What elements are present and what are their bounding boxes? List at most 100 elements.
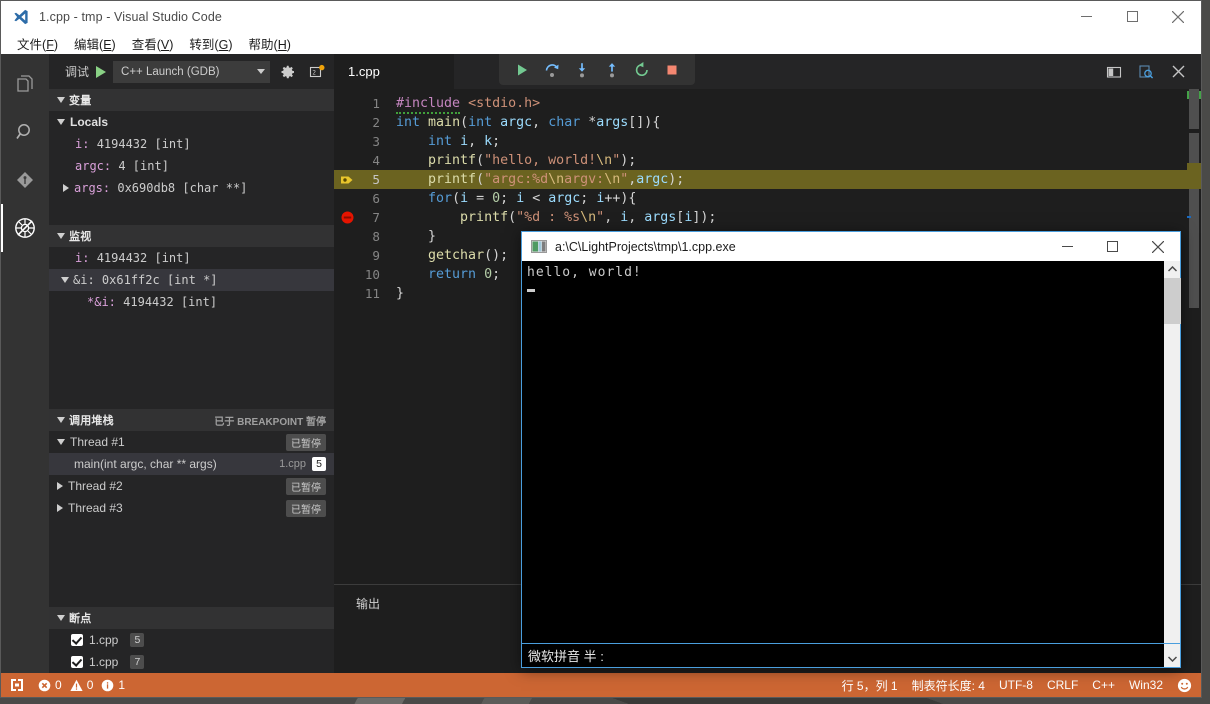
open-debug-console-button[interactable]: 2 <box>306 61 328 83</box>
variables-group-locals[interactable]: Locals <box>49 111 334 133</box>
breakpoint-row[interactable]: 1.cpp 5 <box>49 629 334 651</box>
editor-scrollbar-thumb-2[interactable] <box>1189 133 1199 308</box>
status-eol[interactable]: CRLF <box>1040 673 1085 697</box>
start-debug-icon[interactable] <box>96 65 107 78</box>
step-out-icon <box>608 62 616 77</box>
menu-item-file[interactable]: 文件(F) <box>9 32 66 55</box>
activity-debug[interactable] <box>1 204 49 252</box>
menu-item-goto[interactable]: 转到(G) <box>181 32 240 55</box>
menu-item-view[interactable]: 查看(V) <box>124 32 182 55</box>
frame-label: main(int argc, char ** args) <box>74 457 217 471</box>
close-editor-button[interactable] <box>1167 61 1189 83</box>
line-number: 10 <box>364 267 380 282</box>
status-tab-size[interactable]: 制表符长度: 4 <box>905 673 992 697</box>
debug-step-over-button[interactable] <box>539 57 565 83</box>
activity-bar <box>1 54 49 673</box>
overview-marker-blue <box>1187 216 1191 218</box>
watch-row-addr-i[interactable]: &i: 0x61ff2c [int *] <box>49 269 334 291</box>
breakpoint-file: 1.cpp <box>89 655 119 669</box>
section-header-breakpoints[interactable]: 断点 <box>49 607 334 629</box>
variables-empty-space <box>49 199 334 225</box>
step-into-icon <box>578 62 586 77</box>
scroll-up-icon[interactable] <box>1164 261 1181 278</box>
watch-row-deref-i[interactable]: *&i: 4194432 [int] <box>49 291 334 313</box>
line-number: 11 <box>364 286 380 301</box>
watch-row-i[interactable]: i: 4194432 [int] <box>49 247 334 269</box>
activity-explorer[interactable] <box>1 60 49 108</box>
console-close-button[interactable] <box>1135 232 1180 261</box>
section-header-watch[interactable]: 监视 <box>49 225 334 247</box>
callstack-thread-1[interactable]: Thread #1 已暂停 <box>49 431 334 453</box>
restart-icon <box>635 61 648 76</box>
console-maximize-button[interactable] <box>1090 232 1135 261</box>
chevron-right-icon <box>57 482 63 490</box>
menu-item-help[interactable]: 帮助(H) <box>241 32 299 55</box>
console-scrollbar-thumb[interactable] <box>1164 278 1181 324</box>
callstack-thread-2[interactable]: Thread #2 已暂停 <box>49 475 334 497</box>
debug-continue-button[interactable] <box>509 57 535 83</box>
console-minimize-button[interactable] <box>1045 232 1090 261</box>
activity-source-control[interactable] <box>1 156 49 204</box>
line-content: printf("hello, world!\n"); <box>428 153 637 168</box>
debug-settings-button[interactable] <box>277 61 299 83</box>
editor-overview-ruler[interactable] <box>1187 89 1201 584</box>
variable-row-args[interactable]: args: 0x690db8 [char **] <box>49 177 334 199</box>
editor-scrollbar-thumb[interactable] <box>1189 89 1199 129</box>
search-icon <box>16 124 30 139</box>
breakpoint-row[interactable]: 1.cpp 7 <box>49 651 334 673</box>
variable-row-argc[interactable]: argc: 4 [int] <box>49 155 334 177</box>
console-window[interactable]: a:\C\LightProjects\tmp\1.cpp.exe hello, … <box>521 231 1181 668</box>
menu-item-edit[interactable]: 编辑(E) <box>66 32 124 55</box>
gutter-glyph-current-breakpoint[interactable] <box>334 172 360 188</box>
variables-tree: Locals i: 4194432 [int] argc: 4 [int] ar… <box>49 111 334 199</box>
info-count: 1 <box>118 678 126 692</box>
chevron-right-icon <box>63 184 69 192</box>
activity-search[interactable] <box>1 108 49 156</box>
console-body[interactable]: hello, world! 微软拼音 半 : <box>522 261 1181 667</box>
section-header-variables[interactable]: 变量 <box>49 89 334 111</box>
current-breakpoint-icon <box>341 176 353 183</box>
debug-icon <box>15 218 35 238</box>
close-button[interactable] <box>1155 1 1201 32</box>
debug-config-dropdown[interactable]: C++ Launch (GDB) <box>113 60 270 83</box>
console-output-line: hello, world! <box>527 265 642 280</box>
callstack-frame-main[interactable]: main(int argc, char ** args) 1.cpp 5 <box>49 453 334 475</box>
status-language-mode[interactable]: C++ <box>1085 673 1122 697</box>
console-scrollbar[interactable] <box>1163 261 1181 667</box>
thread-state-badge: 已暂停 <box>286 477 326 495</box>
section-header-callstack[interactable]: 调用堆栈 已于 BREAKPOINT 暂停 <box>49 409 334 431</box>
tab-1cpp[interactable]: 1.cpp <box>334 54 454 89</box>
status-platform[interactable]: Win32 <box>1122 673 1170 697</box>
breakpoint-checkbox[interactable] <box>71 634 83 646</box>
explorer-icon <box>17 75 33 92</box>
code-line-1: 1 #include <stdio.h> <box>334 94 1201 114</box>
maximize-button[interactable] <box>1109 1 1155 32</box>
gutter-glyph-breakpoint[interactable] <box>334 210 360 225</box>
status-right-group: 行 5，列 1 制表符长度: 4 UTF-8 CRLF C++ Win32 <box>835 673 1199 697</box>
status-encoding[interactable]: UTF-8 <box>992 673 1040 697</box>
variable-row-i[interactable]: i: 4194432 [int] <box>49 133 334 155</box>
frame-line-badge: 5 <box>312 457 326 471</box>
callstack-thread-3[interactable]: Thread #3 已暂停 <box>49 497 334 519</box>
watch-expression: i: <box>75 251 90 265</box>
status-problems[interactable]: 0 0 1 <box>31 673 132 697</box>
breakpoint-checkbox[interactable] <box>71 656 83 668</box>
preview-icon <box>1139 64 1154 79</box>
console-window-controls <box>1045 232 1180 261</box>
minimize-button[interactable] <box>1063 1 1109 32</box>
thread-state-badge: 已暂停 <box>286 499 326 517</box>
code-line-7: 7 printf("%d : %s\n", i, args[i]); <box>334 208 1201 227</box>
line-content: #include <stdio.h> <box>396 94 1201 114</box>
status-feedback[interactable] <box>1170 673 1199 697</box>
split-editor-button[interactable] <box>1103 61 1125 83</box>
status-remote[interactable] <box>3 673 31 697</box>
debug-step-into-button[interactable] <box>569 57 595 83</box>
debug-stop-button[interactable] <box>659 57 685 83</box>
console-output-area[interactable]: hello, world! <box>522 261 1163 667</box>
preview-button[interactable] <box>1135 61 1157 83</box>
debug-restart-button[interactable] <box>629 57 655 83</box>
continue-icon <box>518 64 527 75</box>
status-cursor-position[interactable]: 行 5，列 1 <box>835 673 905 697</box>
line-number: 1 <box>372 96 380 111</box>
debug-step-out-button[interactable] <box>599 57 625 83</box>
